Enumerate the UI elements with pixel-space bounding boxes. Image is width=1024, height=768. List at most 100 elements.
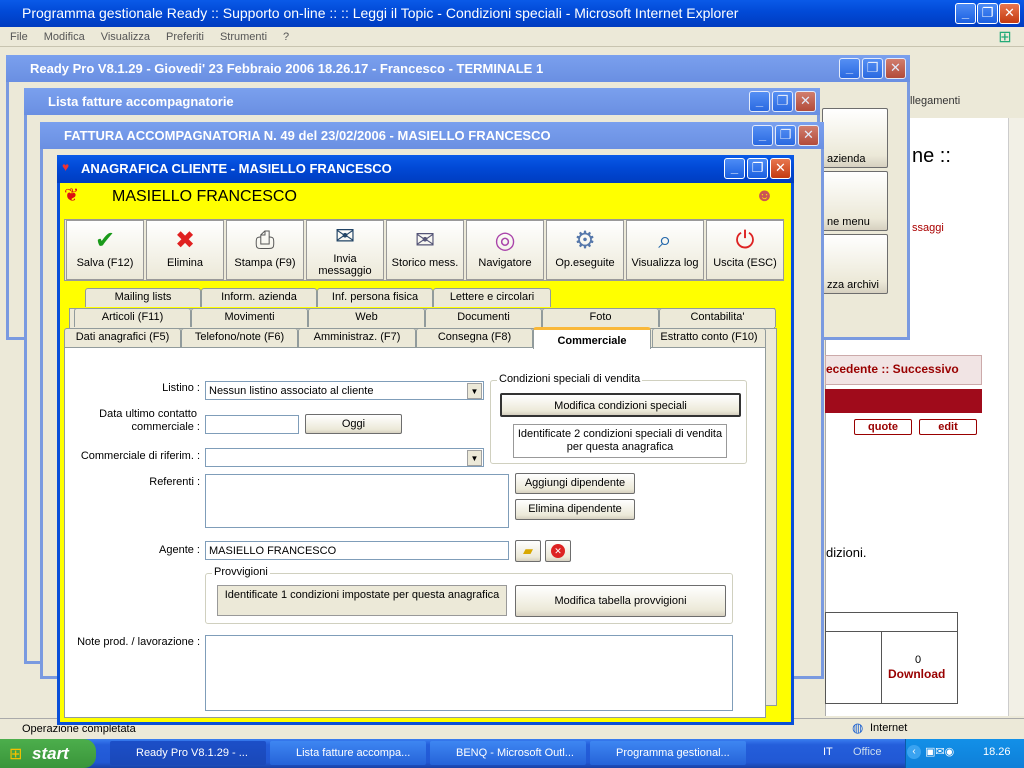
tab-estratto-conto[interactable]: Estratto conto (F10) <box>652 328 766 347</box>
ie-links-text[interactable]: llegamenti <box>910 95 960 107</box>
tray-chevron-icon[interactable]: ‹ <box>907 745 921 759</box>
tab-dati-anagrafici[interactable]: Dati anagrafici (F5) <box>64 328 181 347</box>
ready-minimize-button[interactable]: _ <box>839 58 860 79</box>
tab-inf-persona-fisica-label: Inf. persona fisica <box>331 291 419 303</box>
ie-title: Programma gestionale Ready :: Supporto o… <box>22 5 739 21</box>
ie-minimize-button[interactable]: _ <box>955 3 976 24</box>
ie-maximize-button[interactable]: ❐ <box>977 3 998 24</box>
lista-close-button[interactable]: ✕ <box>795 91 816 112</box>
menu-help[interactable]: ? <box>283 31 289 43</box>
delete-button[interactable]: ✖ Elimina <box>146 220 224 280</box>
tab-lettere-circolari[interactable]: Lettere e circolari <box>433 288 551 307</box>
ready-side-archivi[interactable]: zza archivi <box>822 234 888 294</box>
printer-icon: ⎙ <box>255 227 275 254</box>
navigator-button[interactable]: ◎ Navigatore <box>466 220 544 280</box>
tab-web[interactable]: Web <box>308 308 425 327</box>
fattura-close-button[interactable]: ✕ <box>798 125 819 146</box>
taskbar-item-ready[interactable]: Ready Pro V8.1.29 - ... <box>110 741 266 765</box>
tab-mailing-lists-label: Mailing lists <box>114 291 172 303</box>
tab-documenti[interactable]: Documenti <box>425 308 542 327</box>
save-button[interactable]: ✔ Salva (F12) <box>66 220 144 280</box>
language-indicator[interactable]: IT <box>823 746 833 758</box>
cliente-toolbar: ✔ Salva (F12) ✖ Elimina ⎙ Stampa (F9) ✉ Invi… <box>64 219 784 281</box>
ie-messaggi-link[interactable]: ssaggi <box>912 222 944 234</box>
tray-icons[interactable]: ▣✉◉ <box>925 745 954 758</box>
modifica-provvigioni-button[interactable]: Modifica tabella provvigioni <box>515 585 726 617</box>
agente-clear-button[interactable]: ✕ <box>545 540 571 562</box>
oggi-button[interactable]: Oggi <box>305 414 402 434</box>
menu-preferiti[interactable]: Preferiti <box>166 31 204 43</box>
lista-maximize-button[interactable]: ❐ <box>772 91 793 112</box>
start-label: start <box>32 744 69 763</box>
fattura-minimize-button[interactable]: _ <box>752 125 773 146</box>
save-label: Salva (F12) <box>76 257 134 269</box>
data-contatto-input[interactable] <box>205 415 299 434</box>
tab-articoli[interactable]: Articoli (F11) <box>74 308 191 327</box>
elimina-dipendente-button[interactable]: Elimina dipendente <box>515 499 635 520</box>
tab-contabilita[interactable]: Contabilita' <box>659 308 776 327</box>
ready-titlebar: Ready Pro V8.1.29 - Giovedi' 23 Febbraio… <box>6 55 910 82</box>
view-log-label: Visualizza log <box>631 257 699 269</box>
condizioni-info: Identificate 2 condizioni speciali di ve… <box>513 424 727 458</box>
users-icon[interactable]: ☻ <box>755 185 774 206</box>
taskbar-item-ie[interactable]: Programma gestional... <box>590 741 746 765</box>
tab-amministraz-label: Amministraz. (F7) <box>313 331 401 343</box>
edit-button[interactable]: edit <box>919 419 977 435</box>
listino-select[interactable]: Nessun listino associato al cliente ▼ <box>205 381 484 400</box>
view-log-button[interactable]: ⌕ Visualizza log <box>626 220 704 280</box>
tab-foto[interactable]: Foto <box>542 308 659 327</box>
referenti-list[interactable] <box>205 474 509 528</box>
tab-inf-persona-fisica[interactable]: Inf. persona fisica <box>317 288 433 307</box>
send-message-button[interactable]: ✉ Invia messaggio <box>306 220 384 280</box>
ie-prev-next-link[interactable]: ecedente :: Successivo <box>826 362 959 376</box>
print-button[interactable]: ⎙ Stampa (F9) <box>226 220 304 280</box>
ready-side-menu[interactable]: ne menu <box>822 171 888 231</box>
tab-foto-label: Foto <box>589 311 612 323</box>
ie-scrollbar[interactable] <box>1008 118 1024 716</box>
ie-table <box>825 612 958 704</box>
tab-consegna-label: Consegna (F8) <box>437 331 512 343</box>
tab-consegna[interactable]: Consegna (F8) <box>416 328 533 347</box>
data-contatto-label-2: commerciale : <box>131 421 200 433</box>
menu-modifica[interactable]: Modifica <box>44 31 85 43</box>
office-toolbar[interactable]: Office <box>853 746 882 758</box>
cliente-maximize-button[interactable]: ❐ <box>747 158 768 179</box>
note-textarea[interactable] <box>205 635 733 711</box>
tab-commerciale[interactable]: Commerciale <box>533 327 651 349</box>
menu-strumenti[interactable]: Strumenti <box>220 31 267 43</box>
taskbar-item-outlook[interactable]: BENQ - Microsoft Outl... <box>430 741 586 765</box>
message-history-button[interactable]: ✉ Storico mess. <box>386 220 464 280</box>
listino-label: Listino : <box>162 382 200 394</box>
fattura-maximize-button[interactable]: ❐ <box>775 125 796 146</box>
agente-input[interactable]: MASIELLO FRANCESCO <box>205 541 509 560</box>
ready-side-azienda[interactable]: azienda <box>822 108 888 168</box>
ready-close-button[interactable]: ✕ <box>885 58 906 79</box>
exit-button[interactable]: ⏻ Uscita (ESC) <box>706 220 784 280</box>
cliente-close-button[interactable]: ✕ <box>770 158 791 179</box>
ie-close-button[interactable]: ✕ <box>999 3 1020 24</box>
provvigioni-title: Provvigioni <box>212 566 270 578</box>
tab-telefono-note[interactable]: Telefono/note (F6) <box>181 328 298 347</box>
menu-file[interactable]: File <box>10 31 28 43</box>
quote-button[interactable]: quote <box>854 419 912 435</box>
download-link[interactable]: Download <box>888 667 945 681</box>
provvigioni-info: Identificate 1 condizioni impostate per … <box>217 585 507 616</box>
commerciale-select[interactable]: ▼ <box>205 448 484 467</box>
aggiungi-dipendente-button[interactable]: Aggiungi dipendente <box>515 473 635 494</box>
cliente-minimize-button[interactable]: _ <box>724 158 745 179</box>
taskbar-item-lista[interactable]: Lista fatture accompa... <box>270 741 426 765</box>
tab-inform-azienda[interactable]: Inform. azienda <box>201 288 317 307</box>
agente-browse-button[interactable]: ▰ <box>515 540 541 562</box>
tab-amministraz[interactable]: Amministraz. (F7) <box>298 328 416 347</box>
fattura-title: FATTURA ACCOMPAGNATORIA N. 49 del 23/02/… <box>64 128 551 143</box>
ready-maximize-button[interactable]: ❐ <box>862 58 883 79</box>
tab-mailing-lists[interactable]: Mailing lists <box>85 288 201 307</box>
modifica-condizioni-button[interactable]: Modifica condizioni speciali <box>500 393 741 417</box>
tab-movimenti[interactable]: Movimenti <box>191 308 308 327</box>
op-eseguite-button[interactable]: ⚙ Op.eseguite <box>546 220 624 280</box>
agente-value: MASIELLO FRANCESCO <box>209 545 337 557</box>
menu-visualizza[interactable]: Visualizza <box>101 31 150 43</box>
lista-minimize-button[interactable]: _ <box>749 91 770 112</box>
tab-documenti-label: Documenti <box>457 311 510 323</box>
ie-heading-text: ne :: <box>912 145 951 167</box>
